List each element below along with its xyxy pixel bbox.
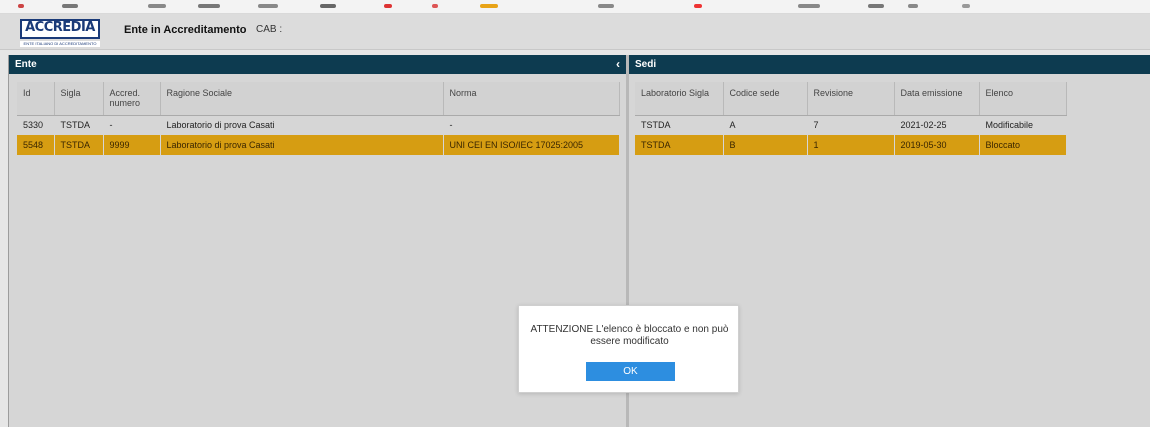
- alert-dialog: ATTENZIONE L'elenco è bloccato e non può…: [518, 305, 739, 393]
- column-header-elenco[interactable]: Elenco: [979, 82, 1067, 116]
- ok-button[interactable]: OK: [586, 362, 675, 381]
- cell-data: 2019-05-30: [894, 135, 979, 155]
- cell-sigla: TSTDA: [60, 120, 91, 131]
- app-header: ACCREDIA ENTE ITALIANO DI ACCREDITAMENTO…: [0, 14, 1150, 50]
- table-row[interactable]: 5330 TSTDA - Laboratorio di prova Casati…: [17, 115, 619, 135]
- logo-text: ACCREDIA: [25, 20, 95, 35]
- sedi-table-header-row: Laboratorio Sigla Codice sede Revisione …: [635, 82, 1067, 116]
- cell-lab: TSTDA: [641, 120, 671, 131]
- page-title: Ente in Accreditamento: [124, 24, 247, 36]
- cab-label: CAB :: [256, 24, 283, 35]
- table-row-selected[interactable]: TSTDA B 1 2019-05-30 Bloccato: [635, 135, 1066, 155]
- column-header-sigla[interactable]: Sigla: [54, 82, 104, 116]
- cell-id: 5548: [17, 135, 54, 155]
- column-header-id[interactable]: Id: [17, 82, 55, 116]
- accredia-logo: ACCREDIA ENTE ITALIANO DI ACCREDITAMENTO: [20, 19, 100, 47]
- cell-elenco: Bloccato: [979, 135, 1066, 155]
- column-header-data[interactable]: Data emissione: [894, 82, 980, 116]
- ente-table-header-row: Id Sigla Accred. numero Ragione Sociale …: [17, 82, 620, 116]
- cell-codice: A: [729, 120, 736, 131]
- column-header-norma[interactable]: Norma: [443, 82, 620, 116]
- cell-revisione: 7: [813, 120, 819, 131]
- cell-ragione: Laboratorio di prova Casati: [160, 135, 443, 155]
- cell-norma: -: [449, 120, 453, 131]
- cell-id: 5330: [23, 120, 44, 131]
- cell-ragione: Laboratorio di prova Casati: [166, 120, 275, 131]
- column-header-laboratorio[interactable]: Laboratorio Sigla: [635, 82, 724, 116]
- dialog-message: ATTENZIONE L'elenco è bloccato e non può…: [530, 324, 729, 347]
- column-header-revisione[interactable]: Revisione: [807, 82, 895, 116]
- sedi-table: Laboratorio Sigla Codice sede Revisione …: [635, 82, 1067, 155]
- browser-toolbar-strip: [0, 0, 1150, 14]
- column-header-accred[interactable]: Accred. numero: [103, 82, 161, 116]
- table-row[interactable]: TSTDA A 7 2021-02-25 Modificabile: [635, 115, 1066, 135]
- cell-data: 2021-02-25: [900, 120, 947, 131]
- table-row-selected[interactable]: 5548 TSTDA 9999 Laboratorio di prova Cas…: [17, 135, 619, 155]
- cell-accred: 9999: [103, 135, 160, 155]
- cell-norma: UNI CEI EN ISO/IEC 17025:2005: [443, 135, 619, 155]
- ente-panel-title: Ente: [15, 59, 37, 70]
- cell-sigla: TSTDA: [54, 135, 103, 155]
- collapse-left-icon[interactable]: ‹: [616, 55, 620, 74]
- cell-revisione: 1: [807, 135, 894, 155]
- sedi-panel-header: Sedi: [629, 55, 1150, 74]
- column-header-ragione[interactable]: Ragione Sociale: [160, 82, 444, 116]
- logo-subtext: ENTE ITALIANO DI ACCREDITAMENTO: [20, 41, 100, 47]
- cell-elenco: Modificabile: [985, 120, 1034, 131]
- ente-panel-header: Ente ‹: [9, 55, 626, 74]
- cell-accred: -: [109, 120, 113, 131]
- sedi-panel-title: Sedi: [635, 59, 657, 70]
- ente-table: Id Sigla Accred. numero Ragione Sociale …: [17, 82, 620, 155]
- cell-lab: TSTDA: [635, 135, 723, 155]
- column-header-codice[interactable]: Codice sede: [723, 82, 808, 116]
- cell-codice: B: [723, 135, 807, 155]
